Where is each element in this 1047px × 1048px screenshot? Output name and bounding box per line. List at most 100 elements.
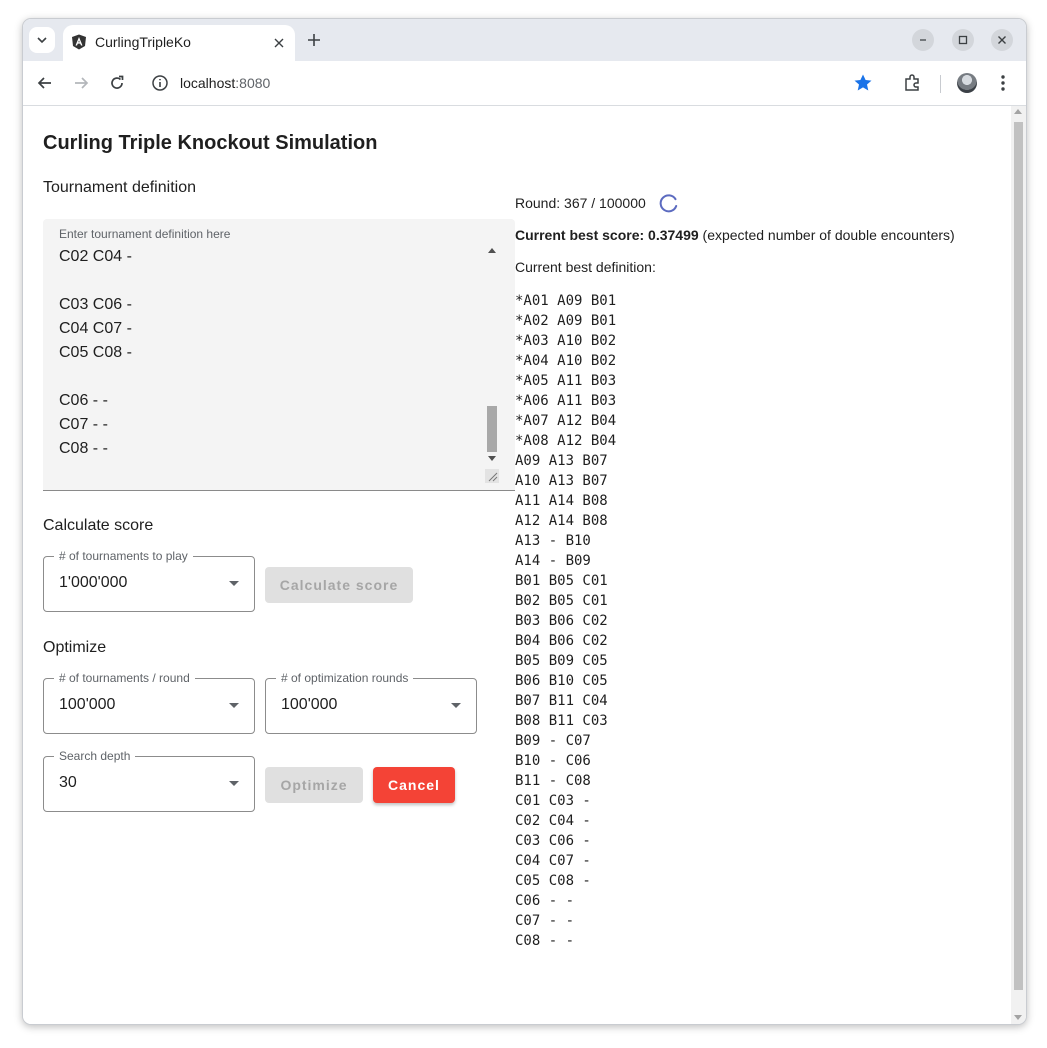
field-label: # of tournaments to play (54, 548, 193, 564)
definition-line: A09 A13 B07 (515, 453, 608, 469)
field-label: # of optimization rounds (276, 670, 414, 686)
best-definition-list: *A01 A09 B01 *A02 A09 B01 *A03 A10 B02 *A04… (515, 291, 616, 951)
definition-line: B02 B05 C01 (515, 593, 608, 609)
reload-icon[interactable] (107, 73, 127, 93)
definition-line: *A08 A12 B04 (515, 433, 617, 449)
tab-search-button[interactable] (29, 27, 55, 53)
definition-line: *A02 A09 B01 (515, 313, 617, 329)
scroll-thumb[interactable] (1014, 122, 1023, 990)
page-scrollbar[interactable] (1011, 106, 1026, 1024)
best-score-value: Current best score: 0.37499 (515, 227, 699, 243)
field-label: # of tournaments / round (54, 670, 195, 686)
optimize-heading: Optimize (43, 639, 107, 656)
menu-dots-icon[interactable] (993, 73, 1013, 93)
definition-line: C01 C03 - (515, 793, 591, 809)
field-value: 100'000 (281, 696, 338, 713)
resize-handle-icon[interactable] (485, 469, 499, 483)
definition-line: A11 A14 B08 (515, 493, 608, 509)
new-tab-icon[interactable] (304, 30, 324, 50)
textarea-line: C07 - - (59, 416, 108, 433)
textarea-line: C04 C07 - (59, 320, 132, 337)
optimization-rounds-select[interactable]: # of optimization rounds 100'000 (265, 670, 477, 734)
search-depth-select[interactable]: Search depth 30 (43, 748, 255, 812)
calculate-score-heading: Calculate score (43, 517, 154, 534)
textarea-line: C02 C04 - (59, 248, 132, 265)
textarea-label: Enter tournament definition here (59, 227, 231, 241)
best-score-note: (expected number of double encounters) (698, 227, 955, 243)
scroll-up-arrow[interactable] (1014, 109, 1022, 114)
textarea-line: C06 - - (59, 392, 108, 409)
cancel-button[interactable]: Cancel (373, 767, 455, 803)
close-tab-icon[interactable] (270, 34, 288, 52)
round-progress-text: Round: 367 / 100000 (515, 195, 646, 211)
toolbar-divider (940, 75, 941, 93)
close-window-icon[interactable] (991, 29, 1013, 51)
optimize-button[interactable]: Optimize (265, 767, 363, 803)
definition-line: B09 - C07 (515, 733, 591, 749)
definition-line: A14 - B09 (515, 553, 591, 569)
field-value: 30 (59, 774, 77, 791)
definition-line: C08 - - (515, 933, 575, 949)
page-title: Curling Triple Knockout Simulation (43, 132, 378, 154)
best-score-text: Current best score: 0.37499 (expected nu… (515, 226, 955, 244)
angular-icon (72, 34, 86, 50)
definition-line: B08 B11 C03 (515, 713, 608, 729)
textarea-content: C02 C04 - C03 C06 - C04 C07 - C05 C08 - … (59, 245, 479, 461)
textarea-scroll-thumb[interactable] (487, 406, 497, 452)
tab-strip: CurlingTripleKo (23, 19, 1026, 61)
definition-line: A13 - B10 (515, 533, 591, 549)
definition-line: A12 A14 B08 (515, 513, 608, 529)
browser-toolbar: localhost:8080 (23, 61, 1026, 106)
calculate-score-button[interactable]: Calculate score (265, 567, 413, 603)
textarea-line (59, 365, 479, 389)
page-content: Curling Triple Knockout Simulation Tourn… (23, 106, 1011, 1024)
profile-avatar[interactable] (957, 73, 977, 93)
dropdown-arrow-icon (229, 781, 239, 786)
bookmark-star-icon[interactable] (853, 73, 873, 93)
definition-line: *A05 A11 B03 (515, 373, 617, 389)
textarea-line: C03 C06 - (59, 296, 132, 313)
minimize-icon[interactable] (912, 29, 934, 51)
site-info-icon[interactable] (151, 74, 169, 92)
definition-line: B03 B06 C02 (515, 613, 608, 629)
textarea-line (59, 269, 479, 293)
definition-line: B07 B11 C04 (515, 693, 608, 709)
definition-line: B01 B05 C01 (515, 573, 608, 589)
definition-line: *A03 A10 B02 (515, 333, 617, 349)
definition-line: *A06 A11 B03 (515, 393, 617, 409)
url-text: localhost:8080 (180, 75, 271, 91)
tournament-definition-textarea[interactable]: Enter tournament definition here C02 C04… (43, 219, 515, 491)
forward-icon[interactable] (71, 73, 91, 93)
definition-line: C02 C04 - (515, 813, 591, 829)
definition-line: *A04 A10 B02 (515, 353, 617, 369)
field-label: Search depth (54, 748, 136, 764)
tournaments-to-play-select[interactable]: # of tournaments to play 1'000'000 (43, 548, 255, 612)
scroll-down-arrow[interactable] (1014, 1015, 1022, 1020)
definition-line: B04 B06 C02 (515, 633, 608, 649)
browser-tab[interactable]: CurlingTripleKo (63, 25, 295, 61)
back-icon[interactable] (35, 73, 55, 93)
chevron-down-icon (37, 37, 47, 44)
definition-line: B05 B09 C05 (515, 653, 608, 669)
definition-line: A10 A13 B07 (515, 473, 608, 489)
textarea-scroll-up[interactable] (488, 248, 496, 253)
definition-line: *A01 A09 B01 (515, 293, 617, 309)
best-definition-label: Current best definition: (515, 259, 656, 275)
definition-line: B06 B10 C05 (515, 673, 608, 689)
loading-spinner-icon (659, 194, 678, 213)
textarea-scroll-down[interactable] (488, 456, 496, 461)
dropdown-arrow-icon (229, 703, 239, 708)
tournament-definition-heading: Tournament definition (43, 179, 196, 196)
definition-line: C04 C07 - (515, 853, 591, 869)
address-bar[interactable]: localhost:8080 (145, 67, 885, 99)
dropdown-arrow-icon (451, 703, 461, 708)
tournaments-per-round-select[interactable]: # of tournaments / round 100'000 (43, 670, 255, 734)
definition-line: C06 - - (515, 893, 575, 909)
extensions-icon[interactable] (903, 73, 923, 93)
definition-line: C03 C06 - (515, 833, 591, 849)
textarea-line: C08 - - (59, 440, 108, 457)
maximize-icon[interactable] (952, 29, 974, 51)
field-value: 100'000 (59, 696, 116, 713)
definition-line: B11 - C08 (515, 773, 591, 789)
definition-line: B10 - C06 (515, 753, 591, 769)
